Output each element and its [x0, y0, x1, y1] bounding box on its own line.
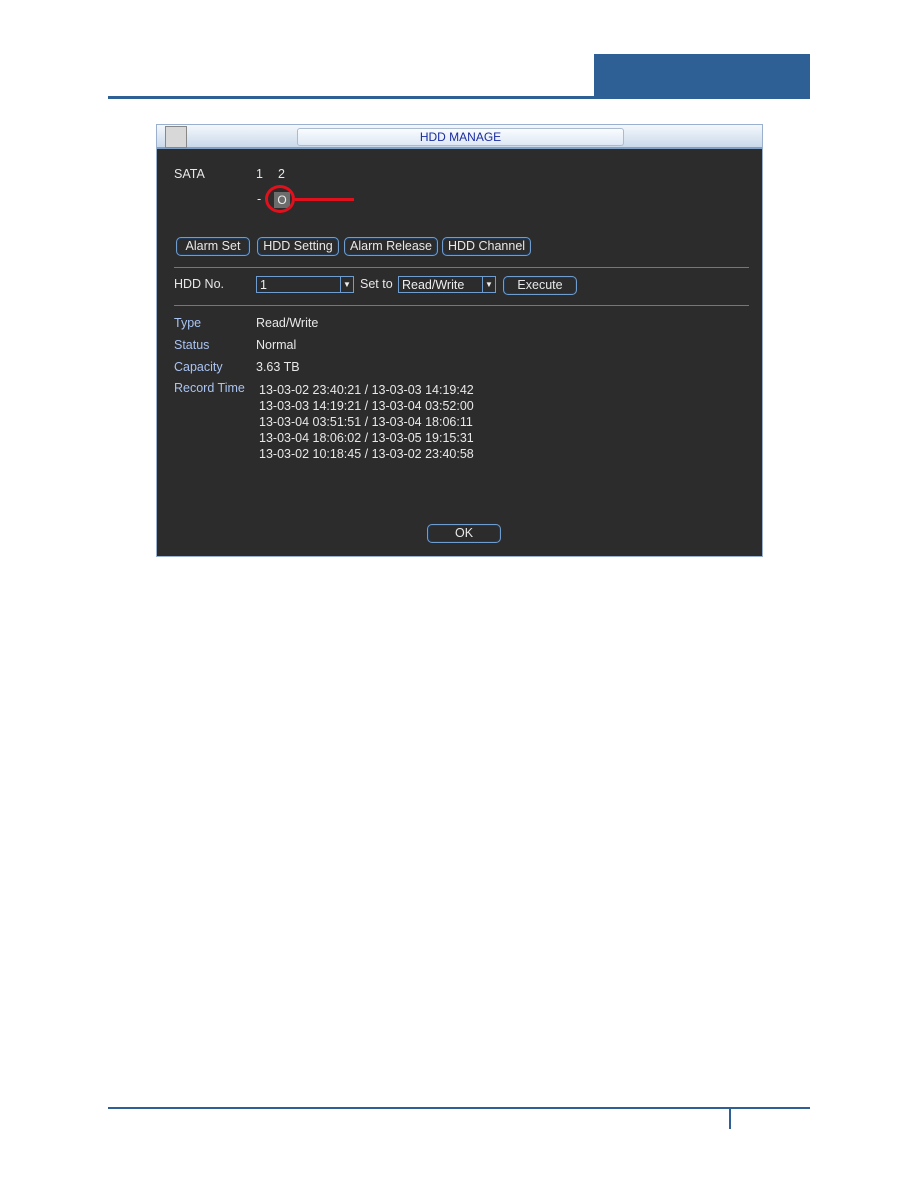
- alarm-set-button[interactable]: Alarm Set: [176, 237, 250, 256]
- set-to-label: Set to: [360, 277, 393, 291]
- hdd-no-value: 1: [260, 278, 267, 292]
- sata-port-1: 1: [256, 167, 263, 181]
- hdd-manage-window: HDD MANAGE SATA 1 2 - O Alarm Set HDD Se…: [156, 124, 763, 557]
- hdd-setting-button[interactable]: HDD Setting: [257, 237, 339, 256]
- window-title: HDD MANAGE: [297, 128, 624, 146]
- record-time-label: Record Time: [174, 381, 245, 395]
- type-label: Type: [174, 316, 202, 330]
- status-value: Normal: [256, 338, 297, 352]
- capacity-value: 3.63 TB: [256, 360, 300, 374]
- chevron-down-icon: ▼: [340, 277, 353, 292]
- sata-port-2: 2: [278, 167, 285, 181]
- title-bar: HDD MANAGE: [157, 125, 762, 149]
- record-time-row: 13-03-02 23:40:21 / 13-03-03 14:19:42: [259, 383, 474, 397]
- record-time-row: 13-03-02 10:18:45 / 13-03-02 23:40:58: [259, 447, 474, 461]
- alarm-release-button[interactable]: Alarm Release: [344, 237, 438, 256]
- highlight-circle: [265, 185, 295, 213]
- execute-button[interactable]: Execute: [503, 276, 577, 295]
- capacity-label: Capacity: [174, 360, 223, 374]
- header-rule: [108, 96, 810, 99]
- hdd-no-select[interactable]: 1 ▼: [256, 276, 354, 293]
- divider: [174, 267, 749, 268]
- set-to-value: Read/Write: [402, 278, 465, 292]
- divider: [174, 305, 749, 306]
- callout-line: [295, 198, 354, 201]
- ok-button[interactable]: OK: [427, 524, 501, 543]
- sata-label: SATA: [174, 167, 205, 181]
- header-band: [594, 54, 810, 99]
- footer-tick: [729, 1107, 731, 1129]
- chevron-down-icon: ▼: [482, 277, 495, 292]
- status-label: Status: [174, 338, 210, 352]
- set-to-select[interactable]: Read/Write ▼: [398, 276, 496, 293]
- record-time-row: 13-03-04 18:06:02 / 13-03-05 19:15:31: [259, 431, 474, 445]
- type-value: Read/Write: [256, 316, 319, 330]
- record-time-row: 13-03-04 03:51:51 / 13-03-04 18:06:11: [259, 415, 473, 429]
- hdd-icon: [165, 126, 187, 148]
- record-time-row: 13-03-03 14:19:21 / 13-03-04 03:52:00: [259, 399, 474, 413]
- hdd-no-label: HDD No.: [174, 277, 225, 291]
- footer-rule: [108, 1107, 810, 1109]
- hdd-channel-button[interactable]: HDD Channel: [442, 237, 531, 256]
- sata-1-state: -: [257, 192, 262, 206]
